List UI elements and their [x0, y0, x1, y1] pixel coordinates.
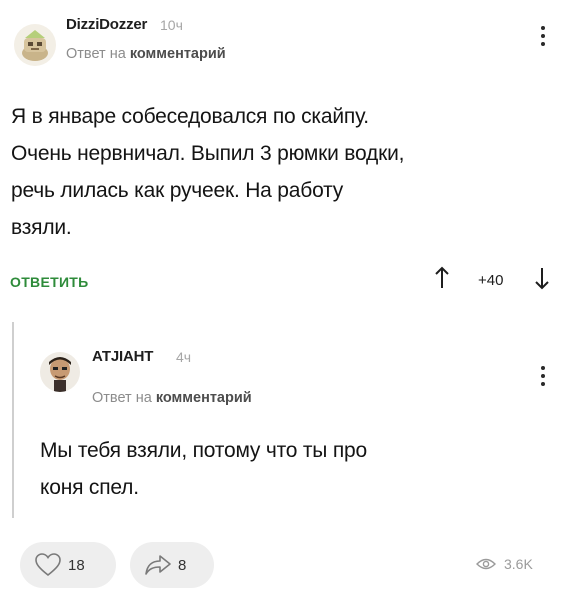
views-counter: 3.6K: [476, 556, 533, 572]
comment-time: 10ч: [160, 17, 183, 33]
cartoon-avatar-icon[interactable]: [14, 24, 56, 66]
kebab-menu-icon[interactable]: [538, 26, 548, 50]
comment-line: взяли.: [11, 216, 72, 239]
reply-button[interactable]: ОТВЕТИТЬ: [10, 274, 89, 290]
reply-to-link[interactable]: комментарий: [156, 390, 252, 406]
eye-icon: [476, 558, 496, 570]
heart-icon: [35, 553, 61, 577]
reply-to-link[interactable]: комментарий: [130, 46, 226, 62]
portrait-avatar-icon[interactable]: [40, 352, 80, 392]
reply-to-line: Ответ на комментарий: [66, 46, 226, 62]
like-button[interactable]: 18: [20, 542, 116, 588]
comment-line: Очень нервничал. Выпил 3 рюмки водки,: [11, 142, 405, 165]
thread-line: [12, 322, 14, 518]
comment: DizziDozzer 10ч Ответ на комментарий Я в…: [0, 0, 574, 318]
reply-line: Мы тебя взяли, потому что ты про: [40, 439, 367, 462]
reply-to-prefix: Ответ на: [92, 390, 152, 406]
comment-rating: +40: [478, 272, 504, 289]
share-button[interactable]: 8: [130, 542, 214, 588]
kebab-menu-icon[interactable]: [538, 366, 548, 390]
comment-author[interactable]: DizziDozzer: [66, 16, 147, 33]
comment-line: Я в январе собеседовался по скайпу.: [11, 105, 369, 128]
reply-line: коня спел.: [40, 476, 139, 499]
comment-body: Я в январе собеседовался по скайпу. Очен…: [11, 98, 404, 246]
reply-author[interactable]: АТЈІАНТ: [92, 348, 153, 365]
upvote-icon[interactable]: [434, 266, 450, 294]
reply-to-prefix: Ответ на: [66, 46, 126, 62]
reply-to-line: Ответ на комментарий: [92, 390, 252, 406]
reply-body: Мы тебя взяли, потому что ты про коня сп…: [40, 432, 367, 506]
share-count: 8: [178, 556, 187, 574]
comment-line: речь лилась как ручеек. На работу: [11, 179, 344, 202]
views-count: 3.6K: [504, 556, 533, 572]
reply-time: 4ч: [176, 349, 192, 365]
share-icon: [145, 555, 171, 575]
downvote-icon[interactable]: [534, 266, 550, 294]
like-count: 18: [68, 556, 85, 574]
